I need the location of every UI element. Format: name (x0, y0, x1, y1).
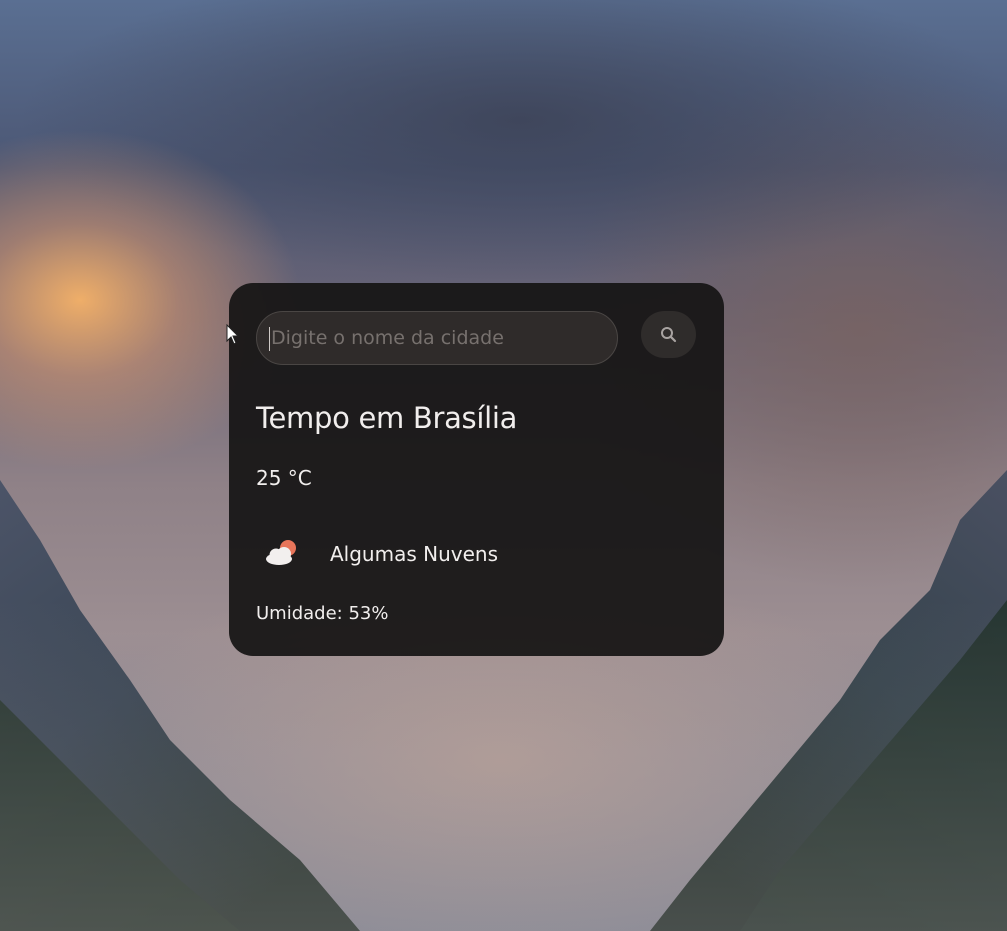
search-button[interactable] (641, 311, 696, 358)
city-title: Tempo em Brasília (256, 401, 518, 435)
weather-description: Algumas Nuvens (330, 542, 498, 566)
partly-cloudy-icon (266, 540, 296, 565)
city-search-input[interactable] (256, 311, 618, 365)
humidity-value: Umidade: 53% (256, 603, 389, 624)
temperature-value: 25 °C (256, 466, 312, 490)
search-icon (661, 327, 677, 343)
weather-card: Tempo em Brasília 25 °C Algumas Nuvens U… (229, 283, 724, 656)
mouse-pointer-icon (226, 324, 240, 345)
text-caret (269, 327, 270, 351)
